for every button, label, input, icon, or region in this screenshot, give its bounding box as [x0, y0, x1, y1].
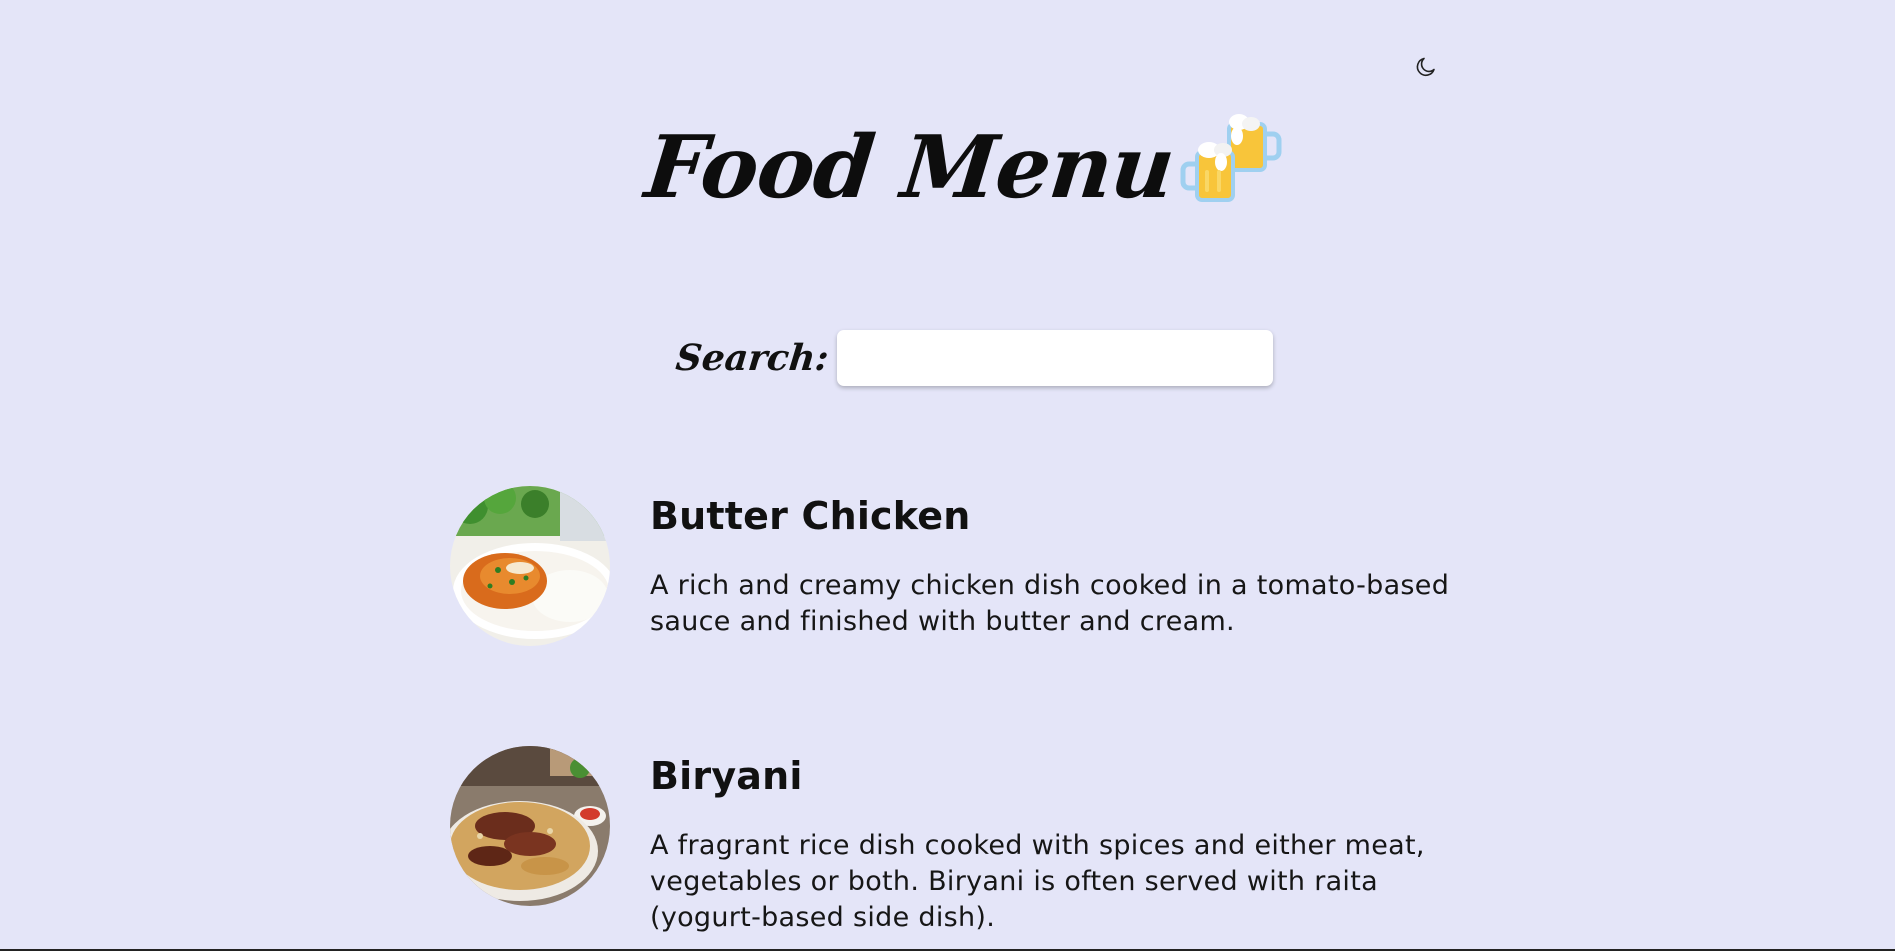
search-label: Search: [673, 337, 831, 379]
menu-item-description: A fragrant rice dish cooked with spices … [650, 830, 1425, 933]
search-bar: Search: [673, 330, 1273, 386]
menu-item-text: Biryani A fragrant rice dish cooked with… [650, 746, 1450, 936]
header: Food Menu [0, 112, 1895, 218]
menu-item-butter-chicken: Butter Chicken A rich and creamy chicken… [450, 486, 1450, 646]
biryani-image [450, 746, 610, 906]
menu-item-name: Butter Chicken [650, 494, 971, 538]
page-title: Food Menu [640, 117, 1179, 218]
menu-item-biryani: Biryani A fragrant rice dish cooked with… [450, 746, 1450, 936]
moon-icon [1416, 57, 1435, 76]
butter-chicken-image [450, 486, 610, 646]
theme-toggle-button[interactable] [1412, 53, 1440, 81]
search-input[interactable] [836, 330, 1273, 386]
menu-item-text: Butter Chicken A rich and creamy chicken… [650, 486, 1450, 646]
beer-mugs-icon [1180, 114, 1282, 202]
menu-item-description: A rich and creamy chicken dish cooked in… [650, 570, 1450, 637]
menu-item-name: Biryani [650, 754, 803, 798]
